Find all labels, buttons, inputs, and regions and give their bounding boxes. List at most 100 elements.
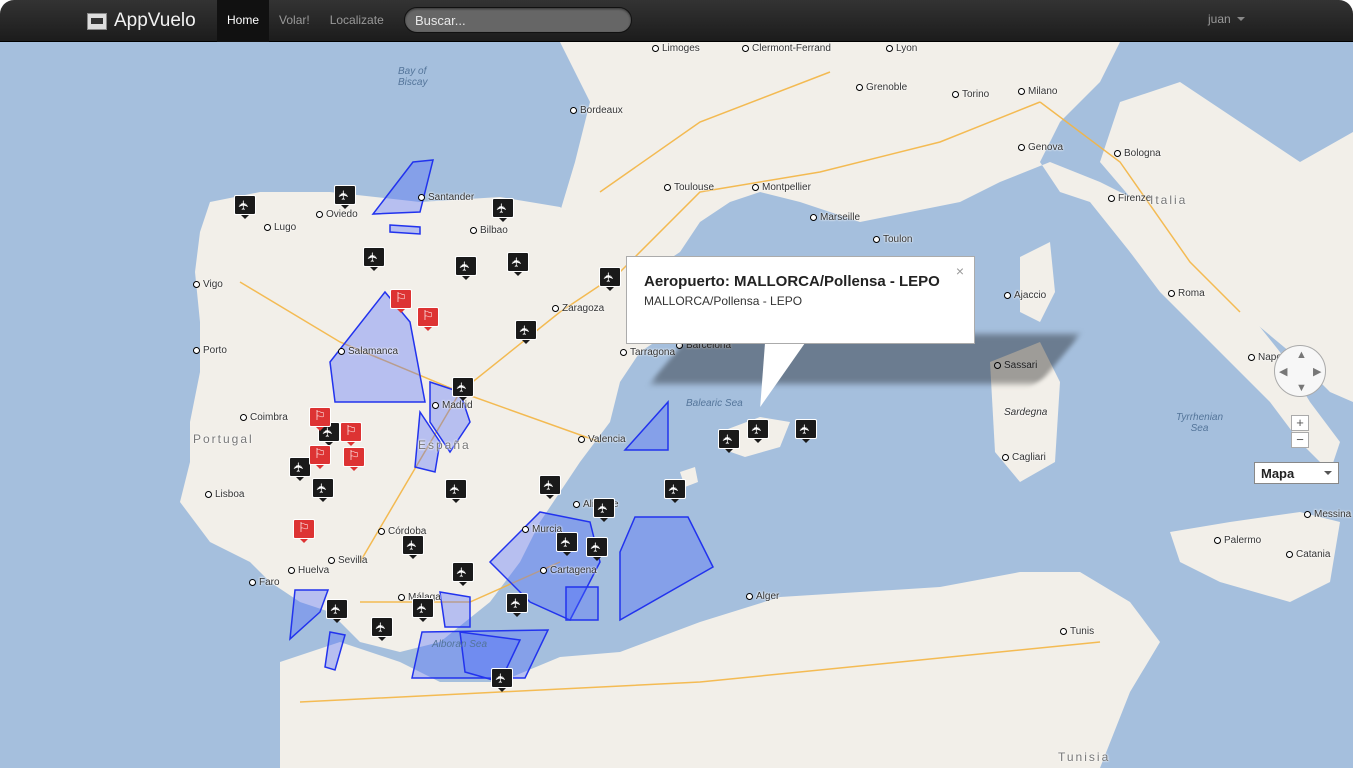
search-input[interactable] (404, 7, 632, 33)
airport-marker[interactable] (445, 479, 467, 503)
airport-marker[interactable] (599, 267, 621, 291)
map-type-select[interactable]: Mapa (1254, 462, 1339, 484)
label-lisboa: Lisboa (205, 489, 244, 500)
main-nav: Home Volar! Localizate (217, 0, 394, 42)
airport-marker[interactable] (593, 498, 615, 522)
airport-marker[interactable] (452, 562, 474, 586)
label-tyrrhenian-sea: Tyrrhenian Sea (1176, 412, 1224, 434)
label-lugo: Lugo (264, 222, 296, 233)
label-ajaccio: Ajaccio (1004, 290, 1046, 301)
airport-marker[interactable] (515, 320, 537, 344)
label-roma: Roma (1168, 288, 1205, 299)
label-genova: Genova (1018, 142, 1063, 153)
label-cartagena: Cartagena (540, 565, 597, 576)
brand[interactable]: AppVuelo (87, 7, 196, 35)
airport-marker[interactable] (718, 429, 740, 453)
airfield-marker[interactable] (343, 447, 365, 471)
airfield-marker[interactable] (293, 519, 315, 543)
user-menu[interactable]: juan (1208, 12, 1245, 26)
airport-marker[interactable] (326, 599, 348, 623)
pan-up-icon[interactable]: ▲ (1296, 349, 1307, 361)
label-tarragona: Tarragona (620, 347, 675, 358)
nav-localizate[interactable]: Localizate (320, 0, 394, 42)
airport-marker[interactable] (371, 617, 393, 641)
label-catania: Catania (1286, 549, 1330, 560)
label-italia: Italia (1150, 193, 1188, 207)
airport-marker[interactable] (586, 537, 608, 561)
label-grenoble: Grenoble (856, 82, 907, 93)
label-huelva: Huelva (288, 565, 329, 576)
label-toulouse: Toulouse (664, 182, 714, 193)
pan-control[interactable]: ▲ ▼ ◀ ▶ (1274, 345, 1326, 397)
info-window-subtitle: MALLORCA/Pollensa - LEPO (644, 294, 803, 308)
airport-marker[interactable] (452, 377, 474, 401)
label-faro: Faro (249, 577, 280, 588)
airport-marker[interactable] (795, 419, 817, 443)
airport-marker[interactable] (363, 247, 385, 271)
zoom-out-button[interactable]: − (1291, 432, 1309, 448)
airport-marker[interactable] (664, 479, 686, 503)
label-bilbao: Bilbao (470, 225, 508, 236)
label-bologna: Bologna (1114, 148, 1161, 159)
label-bordeaux: Bordeaux (570, 105, 623, 116)
label-torino: Torino (952, 89, 989, 100)
map-type-label: Mapa (1261, 466, 1295, 481)
close-icon[interactable]: × (956, 263, 964, 279)
label-bay-of-biscay: Bay of Biscay (398, 66, 428, 88)
airfield-marker[interactable] (309, 445, 331, 469)
airport-marker[interactable] (507, 252, 529, 276)
info-window: Aeropuerto: MALLORCA/Pollensa - LEPO MAL… (626, 256, 975, 344)
label-alger: Alger (746, 591, 779, 602)
label-coimbra: Coimbra (240, 412, 288, 423)
pan-down-icon[interactable]: ▼ (1296, 382, 1307, 394)
airport-marker[interactable] (312, 478, 334, 502)
label-toulon: Toulon (873, 234, 912, 245)
map-canvas[interactable]: Bay of Biscay Limoges Clermont-Ferrand L… (0, 42, 1353, 768)
nav-volar[interactable]: Volar! (269, 0, 320, 42)
airport-marker[interactable] (491, 668, 513, 692)
airport-marker[interactable] (402, 535, 424, 559)
label-limoges: Limoges (652, 43, 700, 54)
label-santander: Santander (418, 192, 474, 203)
airport-marker[interactable] (506, 593, 528, 617)
label-firenze: Firenze (1108, 193, 1151, 204)
navbar: AppVuelo Home Volar! Localizate juan (0, 0, 1353, 42)
label-porto: Porto (193, 345, 227, 356)
user-name: juan (1208, 12, 1231, 26)
label-alboran-sea: Alboran Sea (432, 639, 488, 650)
airfield-marker[interactable] (390, 289, 412, 313)
chevron-down-icon (1236, 17, 1245, 21)
chevron-down-icon (1324, 471, 1332, 475)
airfield-marker[interactable] (340, 422, 362, 446)
airport-marker[interactable] (455, 256, 477, 280)
nav-home[interactable]: Home (217, 0, 270, 42)
zoom-in-button[interactable]: + (1291, 415, 1309, 431)
label-vigo: Vigo (193, 279, 223, 290)
airport-marker-lepo[interactable] (747, 419, 769, 443)
airport-marker[interactable] (289, 457, 311, 481)
label-espana: España (418, 438, 471, 452)
label-tunisia: Tunisia (1058, 750, 1111, 764)
brand-name: AppVuelo (114, 10, 196, 31)
label-palermo: Palermo (1214, 535, 1261, 546)
info-window-title: Aeropuerto: MALLORCA/Pollensa - LEPO (644, 273, 940, 290)
airfield-marker[interactable] (309, 407, 331, 431)
airport-marker[interactable] (492, 198, 514, 222)
airport-marker[interactable] (556, 532, 578, 556)
label-milano: Milano (1018, 86, 1057, 97)
label-oviedo: Oviedo (316, 209, 358, 220)
label-salamanca: Salamanca (338, 346, 398, 357)
pan-left-icon[interactable]: ◀ (1279, 365, 1287, 378)
label-marseille: Marseille (810, 212, 860, 223)
airport-marker[interactable] (412, 598, 434, 622)
airport-marker[interactable] (539, 475, 561, 499)
airfield-marker[interactable] (417, 307, 439, 331)
pan-right-icon[interactable]: ▶ (1313, 365, 1321, 378)
label-sardegna: Sardegna (1004, 407, 1048, 418)
airport-marker[interactable] (234, 195, 256, 219)
label-lyon: Lyon (886, 43, 917, 54)
label-clermont: Clermont-Ferrand (742, 43, 831, 54)
airport-marker[interactable] (334, 185, 356, 209)
label-madrid: Madrid (432, 400, 473, 411)
label-valencia: Valencia (578, 434, 626, 445)
